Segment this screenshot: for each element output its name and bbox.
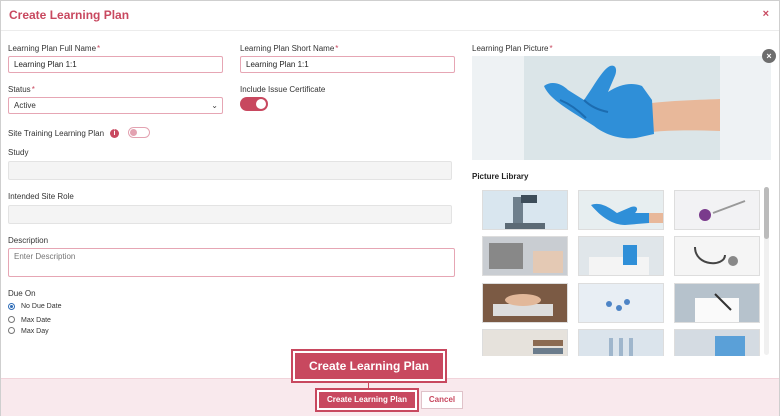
laptop-desk-image[interactable] <box>674 329 760 356</box>
due-on-label: Due On <box>8 289 36 298</box>
max-day-radio[interactable] <box>8 327 15 334</box>
create-learning-plan-button[interactable]: Create Learning Plan <box>315 388 419 412</box>
create-learning-plan-dialog: Create Learning Plan × Learning Plan Ful… <box>0 0 780 416</box>
max-date-radio[interactable] <box>8 316 15 323</box>
full-name-label: Learning Plan Full Name* <box>8 44 101 53</box>
blue-glove-hand-image <box>524 56 720 160</box>
no-due-date-label: No Due Date <box>21 303 62 310</box>
intended-role-label: Intended Site Role <box>8 192 74 201</box>
test-tubes-image[interactable] <box>578 329 664 356</box>
laptop-typing-image[interactable] <box>482 236 568 276</box>
blue-glove-image[interactable] <box>578 190 664 230</box>
library-scrollbar[interactable] <box>764 187 769 355</box>
toggle-knob <box>256 99 266 109</box>
lab-pipette-image[interactable] <box>578 236 664 276</box>
picture-library <box>472 184 771 356</box>
max-day-label: Max Day <box>21 328 49 335</box>
short-name-label: Learning Plan Short Name* <box>240 44 339 53</box>
remove-picture-icon[interactable]: × <box>762 49 776 63</box>
close-icon[interactable]: × <box>763 8 769 20</box>
books-image[interactable] <box>482 329 568 356</box>
description-textarea[interactable] <box>8 248 455 277</box>
picture-label: Learning Plan Picture* <box>472 44 553 53</box>
dialog-title: Create Learning Plan <box>9 8 130 22</box>
issue-certificate-label: Include Issue Certificate <box>240 85 326 94</box>
scrollbar-thumb[interactable] <box>764 187 769 239</box>
callout-connector <box>368 383 369 390</box>
stethoscope-image[interactable] <box>674 236 760 276</box>
learning-plan-picture <box>472 56 771 160</box>
no-due-date-radio[interactable] <box>8 303 15 310</box>
keyboard-hands-image[interactable] <box>482 283 568 323</box>
status-selected-value: Active <box>14 101 36 110</box>
info-icon[interactable]: i <box>110 129 119 138</box>
max-date-label: Max Date <box>21 317 51 324</box>
study-label: Study <box>8 148 29 157</box>
full-name-input[interactable] <box>8 56 223 73</box>
site-training-toggle[interactable] <box>128 127 150 138</box>
writing-paper-image[interactable] <box>674 283 760 323</box>
status-label: Status* <box>8 85 35 94</box>
issue-certificate-toggle[interactable] <box>240 97 268 111</box>
study-input[interactable] <box>8 161 452 180</box>
short-name-input[interactable] <box>240 56 455 73</box>
toggle-knob <box>130 129 137 136</box>
dialog-header: Create Learning Plan × <box>1 1 779 31</box>
cancel-button[interactable]: Cancel <box>421 391 463 409</box>
intended-role-input[interactable] <box>8 205 452 224</box>
microscope-image[interactable] <box>482 190 568 230</box>
syringe-vial-image[interactable] <box>674 190 760 230</box>
pills-image[interactable] <box>578 283 664 323</box>
status-select[interactable]: Active ⌄ <box>8 97 223 114</box>
site-training-label: Site Training Learning Plan <box>8 129 105 138</box>
description-label: Description <box>8 236 49 245</box>
create-learning-plan-callout: Create Learning Plan <box>291 349 447 383</box>
chevron-down-icon: ⌄ <box>211 101 218 110</box>
picture-library-title: Picture Library <box>472 172 529 181</box>
